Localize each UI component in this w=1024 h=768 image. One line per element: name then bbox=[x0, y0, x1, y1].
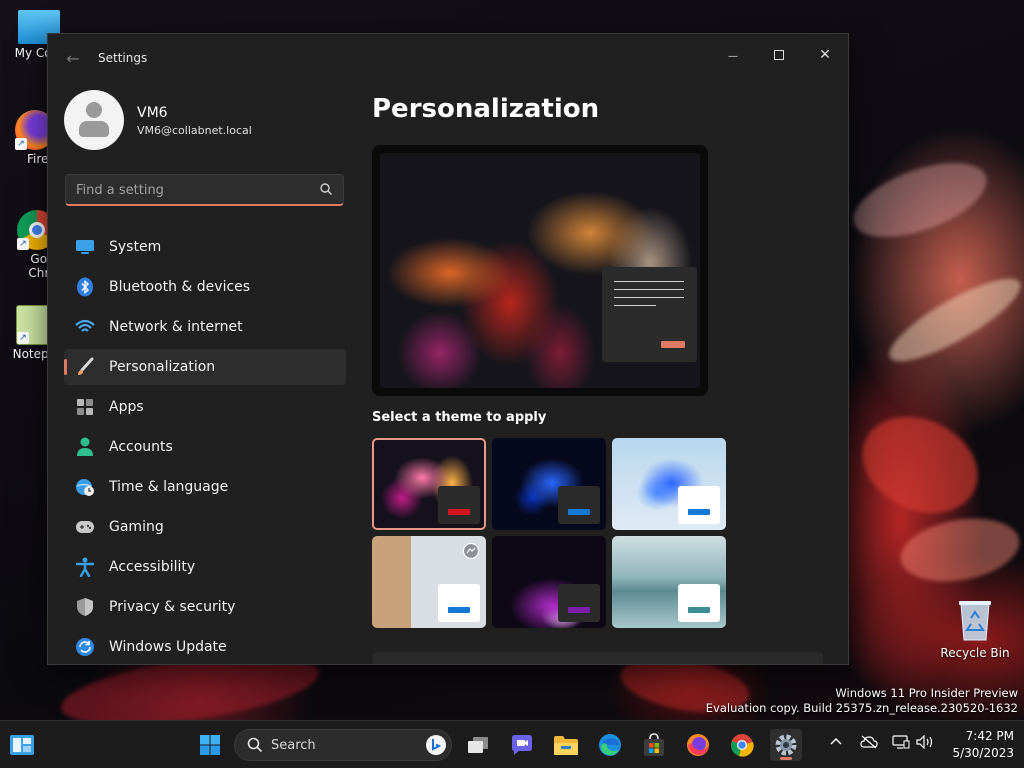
store-button[interactable] bbox=[638, 729, 670, 761]
clock-date: 5/30/2023 bbox=[952, 746, 1014, 760]
gamepad-icon bbox=[75, 517, 95, 537]
shortcut-arrow-icon: ↗ bbox=[17, 332, 29, 344]
task-view-button[interactable] bbox=[462, 729, 494, 761]
sidebar-item-system[interactable]: System bbox=[64, 229, 346, 265]
themes-section-label: Select a theme to apply bbox=[372, 410, 547, 425]
taskbar: Search 7:42 PM 5/30/2023 bbox=[0, 720, 1024, 768]
user-profile[interactable]: VM6 VM6@collabnet.local bbox=[64, 90, 364, 154]
folder-icon bbox=[554, 736, 578, 755]
sidebar-item-time-language[interactable]: Time & language bbox=[64, 469, 346, 505]
taskbar-search[interactable]: Search bbox=[234, 729, 452, 761]
chevron-up-icon bbox=[830, 737, 842, 745]
apps-icon bbox=[75, 397, 95, 417]
monitor-icon bbox=[75, 237, 95, 257]
cloud-offline-icon bbox=[860, 735, 878, 749]
theme-option-glow-dark[interactable] bbox=[372, 438, 486, 530]
theme-option-bloom-dark[interactable] bbox=[492, 438, 606, 530]
widgets-icon bbox=[10, 735, 34, 755]
quick-settings-volume[interactable] bbox=[916, 734, 936, 753]
store-icon bbox=[644, 733, 664, 756]
notepad-icon: ↗ bbox=[16, 305, 50, 345]
chrome-taskbar-button[interactable] bbox=[726, 729, 758, 761]
wifi-icon bbox=[75, 317, 95, 337]
bluetooth-icon bbox=[75, 277, 95, 297]
back-arrow-icon: ← bbox=[66, 49, 80, 68]
accessibility-icon bbox=[75, 557, 95, 577]
shield-icon bbox=[75, 597, 95, 617]
sidebar-item-windows-update[interactable]: Windows Update bbox=[64, 629, 346, 664]
bing-icon bbox=[426, 735, 446, 755]
preview-accent-button bbox=[661, 341, 685, 348]
window-title: Settings bbox=[98, 51, 148, 65]
recycle-bin-icon bbox=[959, 601, 991, 641]
close-button[interactable]: ✕ bbox=[802, 40, 848, 70]
page-title: Personalization bbox=[372, 94, 600, 124]
update-icon bbox=[75, 637, 95, 657]
settings-nav: System Bluetooth & devices Network & int… bbox=[64, 229, 346, 664]
evaluation-watermark: Windows 11 Pro Insider Preview Evaluatio… bbox=[705, 686, 1018, 715]
sidebar-item-privacy-security[interactable]: Privacy & security bbox=[64, 589, 346, 625]
taskbar-clock[interactable]: 7:42 PM 5/30/2023 bbox=[952, 728, 1014, 762]
sidebar-item-accounts[interactable]: Accounts bbox=[64, 429, 346, 465]
theme-preview bbox=[372, 145, 708, 396]
edge-icon bbox=[599, 734, 621, 756]
task-view-icon bbox=[468, 737, 488, 753]
settings-taskbar-button[interactable] bbox=[770, 729, 802, 761]
minimize-button[interactable]: — bbox=[710, 40, 756, 70]
sidebar-item-gaming[interactable]: Gaming bbox=[64, 509, 346, 545]
gear-icon bbox=[775, 734, 797, 756]
chat-button[interactable] bbox=[506, 729, 538, 761]
theme-option-captured-motion[interactable] bbox=[492, 536, 606, 628]
firefox-taskbar-button[interactable] bbox=[682, 729, 714, 761]
brush-icon bbox=[75, 357, 95, 377]
wallpaper-preview bbox=[380, 153, 700, 388]
search-icon bbox=[320, 183, 332, 195]
avatar bbox=[64, 90, 124, 150]
file-explorer-button[interactable] bbox=[550, 729, 582, 761]
sidebar-item-accessibility[interactable]: Accessibility bbox=[64, 549, 346, 585]
spotlight-icon bbox=[462, 542, 480, 560]
find-setting-box[interactable] bbox=[65, 174, 344, 206]
chrome-icon bbox=[731, 734, 754, 757]
network-status[interactable] bbox=[860, 735, 878, 753]
show-hidden-icons-button[interactable] bbox=[830, 735, 842, 750]
theme-option-bloom-light[interactable] bbox=[612, 438, 726, 530]
maximize-button[interactable] bbox=[756, 40, 802, 70]
shortcut-arrow-icon: ↗ bbox=[15, 138, 27, 150]
start-button[interactable] bbox=[194, 729, 226, 761]
next-section-card bbox=[373, 652, 823, 664]
edge-button[interactable] bbox=[594, 729, 626, 761]
desktop-icon-recycle-bin[interactable]: Recycle Bin bbox=[940, 598, 1010, 660]
title-bar[interactable]: ← Settings — ✕ bbox=[48, 34, 848, 82]
sidebar-item-personalization[interactable]: Personalization bbox=[64, 349, 346, 385]
search-input[interactable] bbox=[66, 175, 306, 205]
maximize-icon bbox=[774, 50, 784, 60]
firefox-icon bbox=[687, 734, 709, 756]
sidebar-item-bluetooth[interactable]: Bluetooth & devices bbox=[64, 269, 346, 305]
close-icon: ✕ bbox=[819, 47, 831, 63]
person-icon bbox=[75, 437, 95, 457]
quick-settings-network[interactable] bbox=[892, 735, 910, 753]
clock-time: 7:42 PM bbox=[965, 729, 1014, 743]
sidebar-item-apps[interactable]: Apps bbox=[64, 389, 346, 425]
user-email: VM6@collabnet.local bbox=[137, 124, 252, 137]
back-button[interactable]: ← bbox=[62, 48, 84, 70]
volume-icon bbox=[916, 734, 933, 750]
shortcut-arrow-icon: ↗ bbox=[17, 238, 29, 250]
user-name: VM6 bbox=[137, 105, 168, 121]
chat-icon bbox=[512, 735, 532, 755]
search-icon bbox=[247, 737, 263, 753]
network-monitor-icon bbox=[892, 735, 910, 749]
theme-option-flow[interactable] bbox=[612, 536, 726, 628]
widgets-button[interactable] bbox=[6, 729, 38, 761]
preview-window bbox=[602, 267, 697, 362]
minimize-icon: — bbox=[728, 51, 738, 62]
globe-clock-icon bbox=[75, 477, 95, 497]
settings-window: ← Settings — ✕ VM6 VM6@collabnet.local S… bbox=[47, 33, 849, 665]
windows-logo-icon bbox=[200, 735, 220, 755]
theme-option-spotlight[interactable] bbox=[372, 536, 486, 628]
sidebar-item-network[interactable]: Network & internet bbox=[64, 309, 346, 345]
